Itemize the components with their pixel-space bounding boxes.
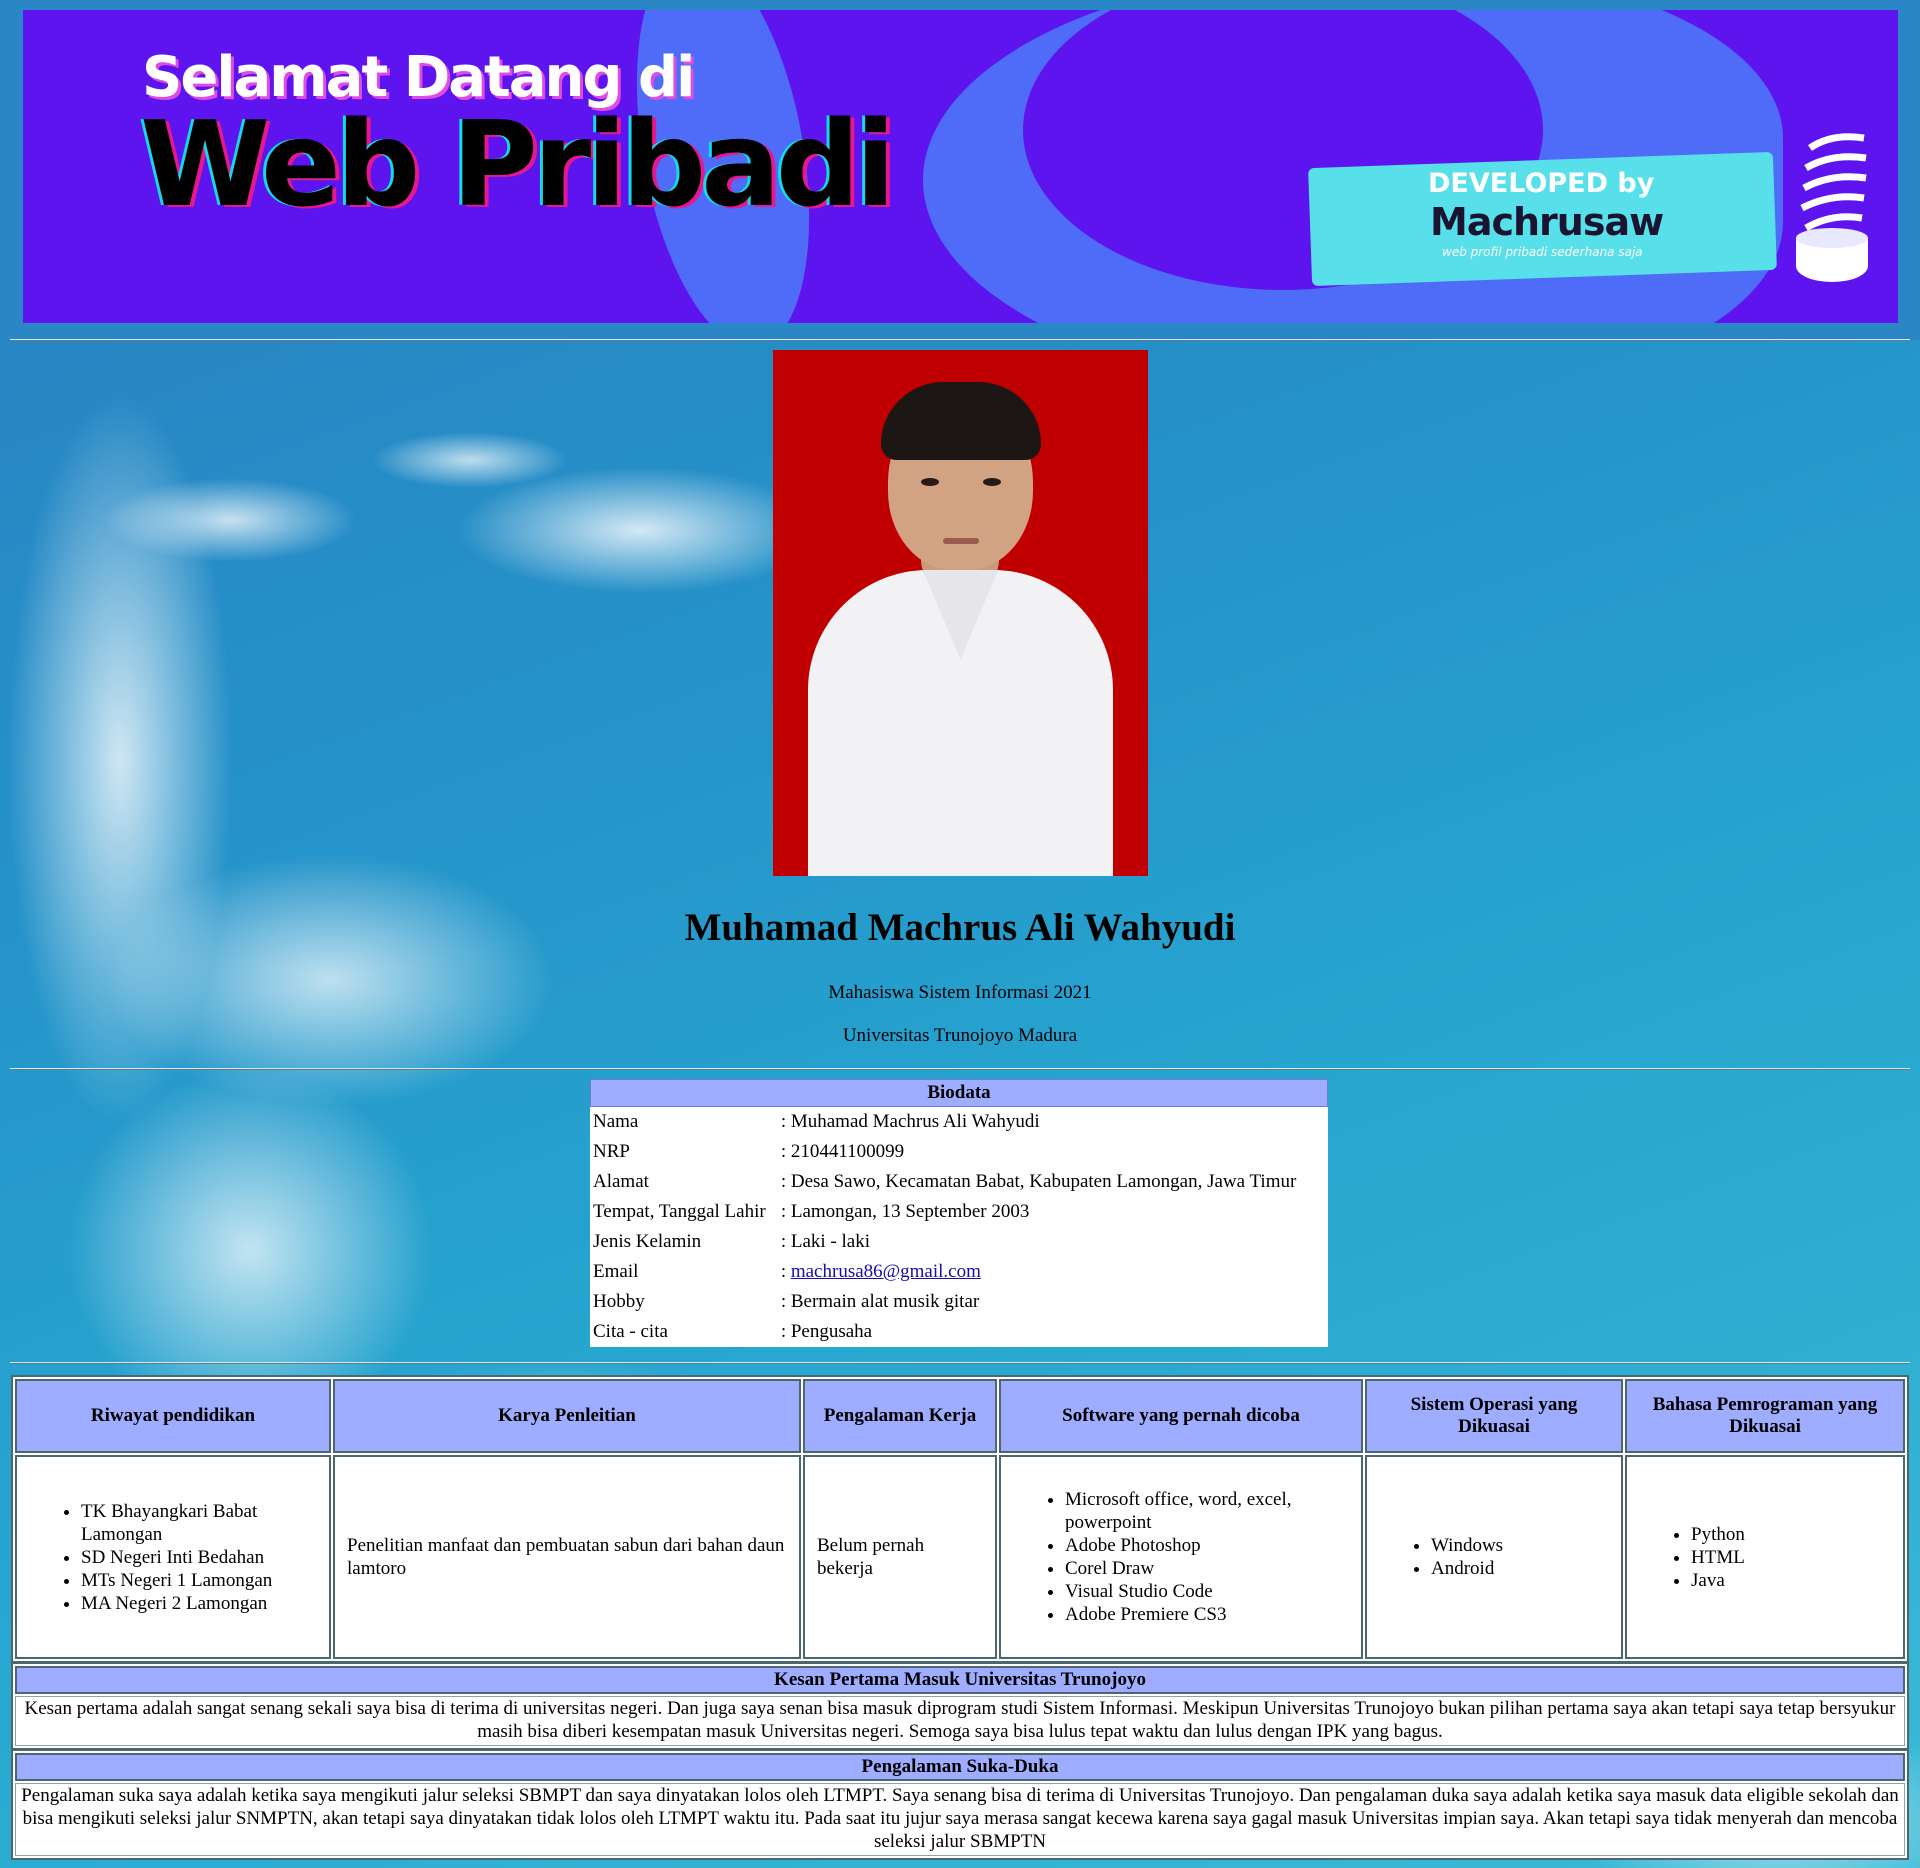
table-row: Nama : Muhamad Machrus Ali Wahyudi [590,1107,1328,1137]
biodata-label: NRP [593,1141,630,1162]
spring-icon [1796,133,1868,282]
profile-university: Universitas Trunojoyo Madura [842,1025,1078,1046]
pengalaman-title: Pengalaman Suka-Duka [15,1753,1905,1781]
list-item: Python [1691,1523,1891,1546]
biodata-label: Cita - cita [593,1321,668,1342]
info-table: Riwayat pendidikan Karya Penleitian Peng… [11,1375,1909,1663]
profile-photo [773,350,1148,876]
biodata-value: : Laki - laki [780,1231,870,1252]
biodata-table: Biodata Nama : Muhamad Machrus Ali Wahyu… [590,1079,1328,1347]
biodata-value: : machrusa86@gmail.com [778,1257,1328,1287]
table-row: Alamat : Desa Sawo, Kecamatan Babat, Kab… [590,1167,1328,1197]
research-cell: Penelitian manfaat dan pembuatan sabun d… [333,1455,801,1659]
pengalaman-text: Pengalaman suka saya adalah ketika saya … [15,1783,1905,1856]
column-header: Riwayat pendidikan [15,1379,331,1453]
developer-name: Machrusaw [1430,200,1664,244]
divider [10,339,1910,341]
column-header: Bahasa Pemrograman yang Dikuasai [1625,1379,1905,1453]
biodata-label: Hobby [593,1291,645,1312]
list-item: MTs Negeri 1 Lamongan [81,1569,317,1592]
os-cell: Windows Android [1365,1455,1623,1659]
divider [10,1362,1910,1364]
list-item: Visual Studio Code [1065,1580,1349,1603]
table-row: Jenis Kelamin : Laki - laki [590,1227,1328,1257]
column-header: Sistem Operasi yang Dikuasai [1365,1379,1623,1453]
biodata-label: Jenis Kelamin [593,1231,702,1252]
list-item: Microsoft office, word, excel, powerpoin… [1065,1488,1349,1534]
list-item: Java [1691,1569,1891,1592]
list-item: MA Negeri 2 Lamongan [81,1592,317,1615]
biodata-label: Tempat, Tanggal Lahir [593,1201,766,1222]
table-header-row: Riwayat pendidikan Karya Penleitian Peng… [15,1379,1905,1453]
developer-tagline: web profil pribadi sederhana saja [1442,245,1643,259]
photo-eye [921,478,939,486]
table-row: Email : machrusa86@gmail.com [590,1257,1328,1287]
column-header: Karya Penleitian [333,1379,801,1453]
list-item: SD Negeri Inti Bedahan [81,1546,317,1569]
biodata-label: Nama [593,1111,639,1132]
biodata-value: : Desa Sawo, Kecamatan Babat, Kabupaten … [780,1171,1297,1192]
biodata-value: : Muhamad Machrus Ali Wahyudi [780,1111,1040,1132]
work-cell: Belum pernah bekerja [803,1455,997,1659]
languages-list: Python HTML Java [1639,1523,1891,1592]
list-item: TK Bhayangkari Babat Lamongan [81,1500,317,1546]
column-header: Software yang pernah dicoba [999,1379,1363,1453]
biodata-title: Biodata [590,1079,1328,1107]
table-row: Hobby : Bermain alat musik gitar [590,1287,1328,1317]
table-row: TK Bhayangkari Babat Lamongan SD Negeri … [15,1455,1905,1659]
divider [10,1068,1910,1070]
biodata-value: : Lamongan, 13 September 2003 [780,1201,1030,1222]
profile-subtitle: Mahasiswa Sistem Informasi 2021 [828,982,1092,1003]
profile-name: Muhamad Machrus Ali Wahyudi [684,906,1236,949]
kesan-text: Kesan pertama adalah sangat senang sekal… [15,1696,1905,1746]
list-item: HTML [1691,1546,1891,1569]
biodata-label: Email [593,1261,639,1282]
software-cell: Microsoft office, word, excel, powerpoin… [999,1455,1363,1659]
list-item: Adobe Photoshop [1065,1534,1349,1557]
kesan-title: Kesan Pertama Masuk Universitas Trunojoy… [15,1666,1905,1694]
column-header: Pengalaman Kerja [803,1379,997,1453]
photo-hair [881,382,1041,460]
biodata-value: : Pengusaha [780,1321,873,1342]
biodata-value: : Bermain alat musik gitar [780,1291,980,1312]
list-item: Android [1431,1557,1609,1580]
education-list: TK Bhayangkari Babat Lamongan SD Negeri … [29,1500,317,1615]
os-list: Windows Android [1379,1534,1609,1580]
table-row: Tempat, Tanggal Lahir : Lamongan, 13 Sep… [590,1197,1328,1227]
list-item: Corel Draw [1065,1557,1349,1580]
list-item: Adobe Premiere CS3 [1065,1603,1349,1626]
email-prefix: : [780,1261,791,1282]
photo-eye [983,478,1001,486]
email-link[interactable]: machrusa86@gmail.com [791,1261,981,1282]
biodata-label: Alamat [593,1171,649,1192]
education-cell: TK Bhayangkari Babat Lamongan SD Negeri … [15,1455,331,1659]
biodata-value: : 210441100099 [780,1141,905,1162]
pengalaman-table: Pengalaman Suka-Duka Pengalaman suka say… [11,1749,1909,1860]
banner-title: Web Pribadi [140,95,896,233]
developer-badge-label: DEVELOPED by [1428,168,1655,199]
table-row: NRP : 210441100099 [590,1137,1328,1167]
software-list: Microsoft office, word, excel, powerpoin… [1013,1488,1349,1626]
list-item: Windows [1431,1534,1609,1557]
table-row: Cita - cita : Pengusaha [590,1317,1328,1347]
languages-cell: Python HTML Java [1625,1455,1905,1659]
kesan-table: Kesan Pertama Masuk Universitas Trunojoy… [11,1662,1909,1750]
photo-mouth [943,538,979,544]
